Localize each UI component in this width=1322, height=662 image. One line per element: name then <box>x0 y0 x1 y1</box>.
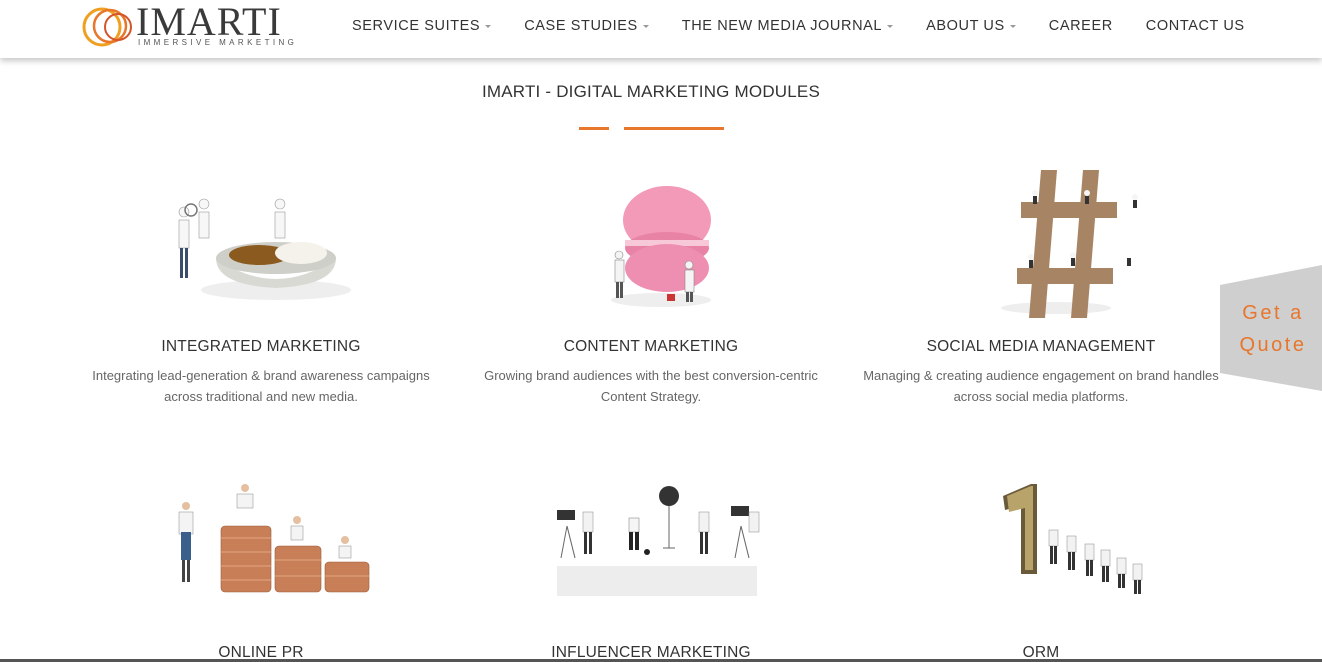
nav-label: CONTACT US <box>1145 18 1245 34</box>
logo-rings-icon <box>82 7 132 47</box>
chevron-down-icon <box>1009 24 1016 28</box>
get-a-quote-tab[interactable]: Get a Quote <box>1220 265 1322 391</box>
number-one-queue-image <box>941 466 1143 626</box>
module-title: INTEGRATED MARKETING <box>161 338 361 355</box>
chevron-down-icon <box>485 24 492 28</box>
module-description: Managing & creating audience engagement … <box>863 368 1219 404</box>
module-integrated-marketing[interactable]: INTEGRATED MARKETING Integrating lead-ge… <box>66 160 456 407</box>
camera-crew-image <box>551 466 760 626</box>
module-content-marketing[interactable]: CONTENT MARKETING Growing brand audience… <box>456 160 846 407</box>
site-header: IMARTI IMMERSIVE MARKETING SERVICE SUITE… <box>0 0 1322 58</box>
nav-about-us[interactable]: ABOUT US <box>926 16 1016 36</box>
nav-case-studies[interactable]: CASE STUDIES <box>524 16 649 36</box>
module-description: Growing brand audiences with the best co… <box>484 368 818 404</box>
quote-line-1: Get a <box>1242 302 1304 324</box>
main-nav: SERVICE SUITES CASE STUDIES THE NEW MEDI… <box>352 16 1278 36</box>
logo-tagline: IMMERSIVE MARKETING <box>138 38 298 47</box>
nav-label: ABOUT US <box>926 18 1005 34</box>
module-online-pr[interactable]: ONLINE PR <box>66 466 456 662</box>
nav-label: CASE STUDIES <box>524 18 638 34</box>
title-divider-short <box>579 127 609 130</box>
title-divider-long <box>624 127 724 130</box>
chefs-cooking-image <box>161 160 361 320</box>
quote-label: Get a Quote <box>1220 297 1322 361</box>
chevron-down-icon <box>642 24 649 28</box>
coin-stack-readers-image <box>161 466 370 626</box>
module-title: SOCIAL MEDIA MANAGEMENT <box>926 338 1156 355</box>
section-title: IMARTI - DIGITAL MARKETING MODULES <box>481 82 821 101</box>
module-description: Integrating lead-generation & brand awar… <box>92 368 430 404</box>
macaron-painters-image <box>551 160 751 320</box>
hashtag-figures-image <box>941 160 1141 320</box>
module-orm[interactable]: ORM <box>846 466 1236 662</box>
module-influencer-marketing[interactable]: INFLUENCER MARKETING <box>456 466 846 662</box>
nav-service-suites[interactable]: SERVICE SUITES <box>352 16 492 36</box>
module-title: CONTENT MARKETING <box>563 338 739 355</box>
nav-label: THE NEW MEDIA JOURNAL <box>681 18 883 34</box>
nav-career[interactable]: CAREER <box>1049 16 1113 36</box>
nav-label: SERVICE SUITES <box>352 18 481 34</box>
quote-line-2: Quote <box>1239 334 1307 356</box>
nav-new-media-journal[interactable]: THE NEW MEDIA JOURNAL <box>681 16 894 36</box>
chevron-down-icon <box>887 24 894 28</box>
nav-contact-us[interactable]: CONTACT US <box>1146 16 1245 36</box>
nav-label: CAREER <box>1048 18 1113 34</box>
module-social-media-management[interactable]: SOCIAL MEDIA MANAGEMENT Managing & creat… <box>846 160 1236 407</box>
imarti-logo[interactable]: IMARTI IMMERSIVE MARKETING <box>80 0 300 50</box>
